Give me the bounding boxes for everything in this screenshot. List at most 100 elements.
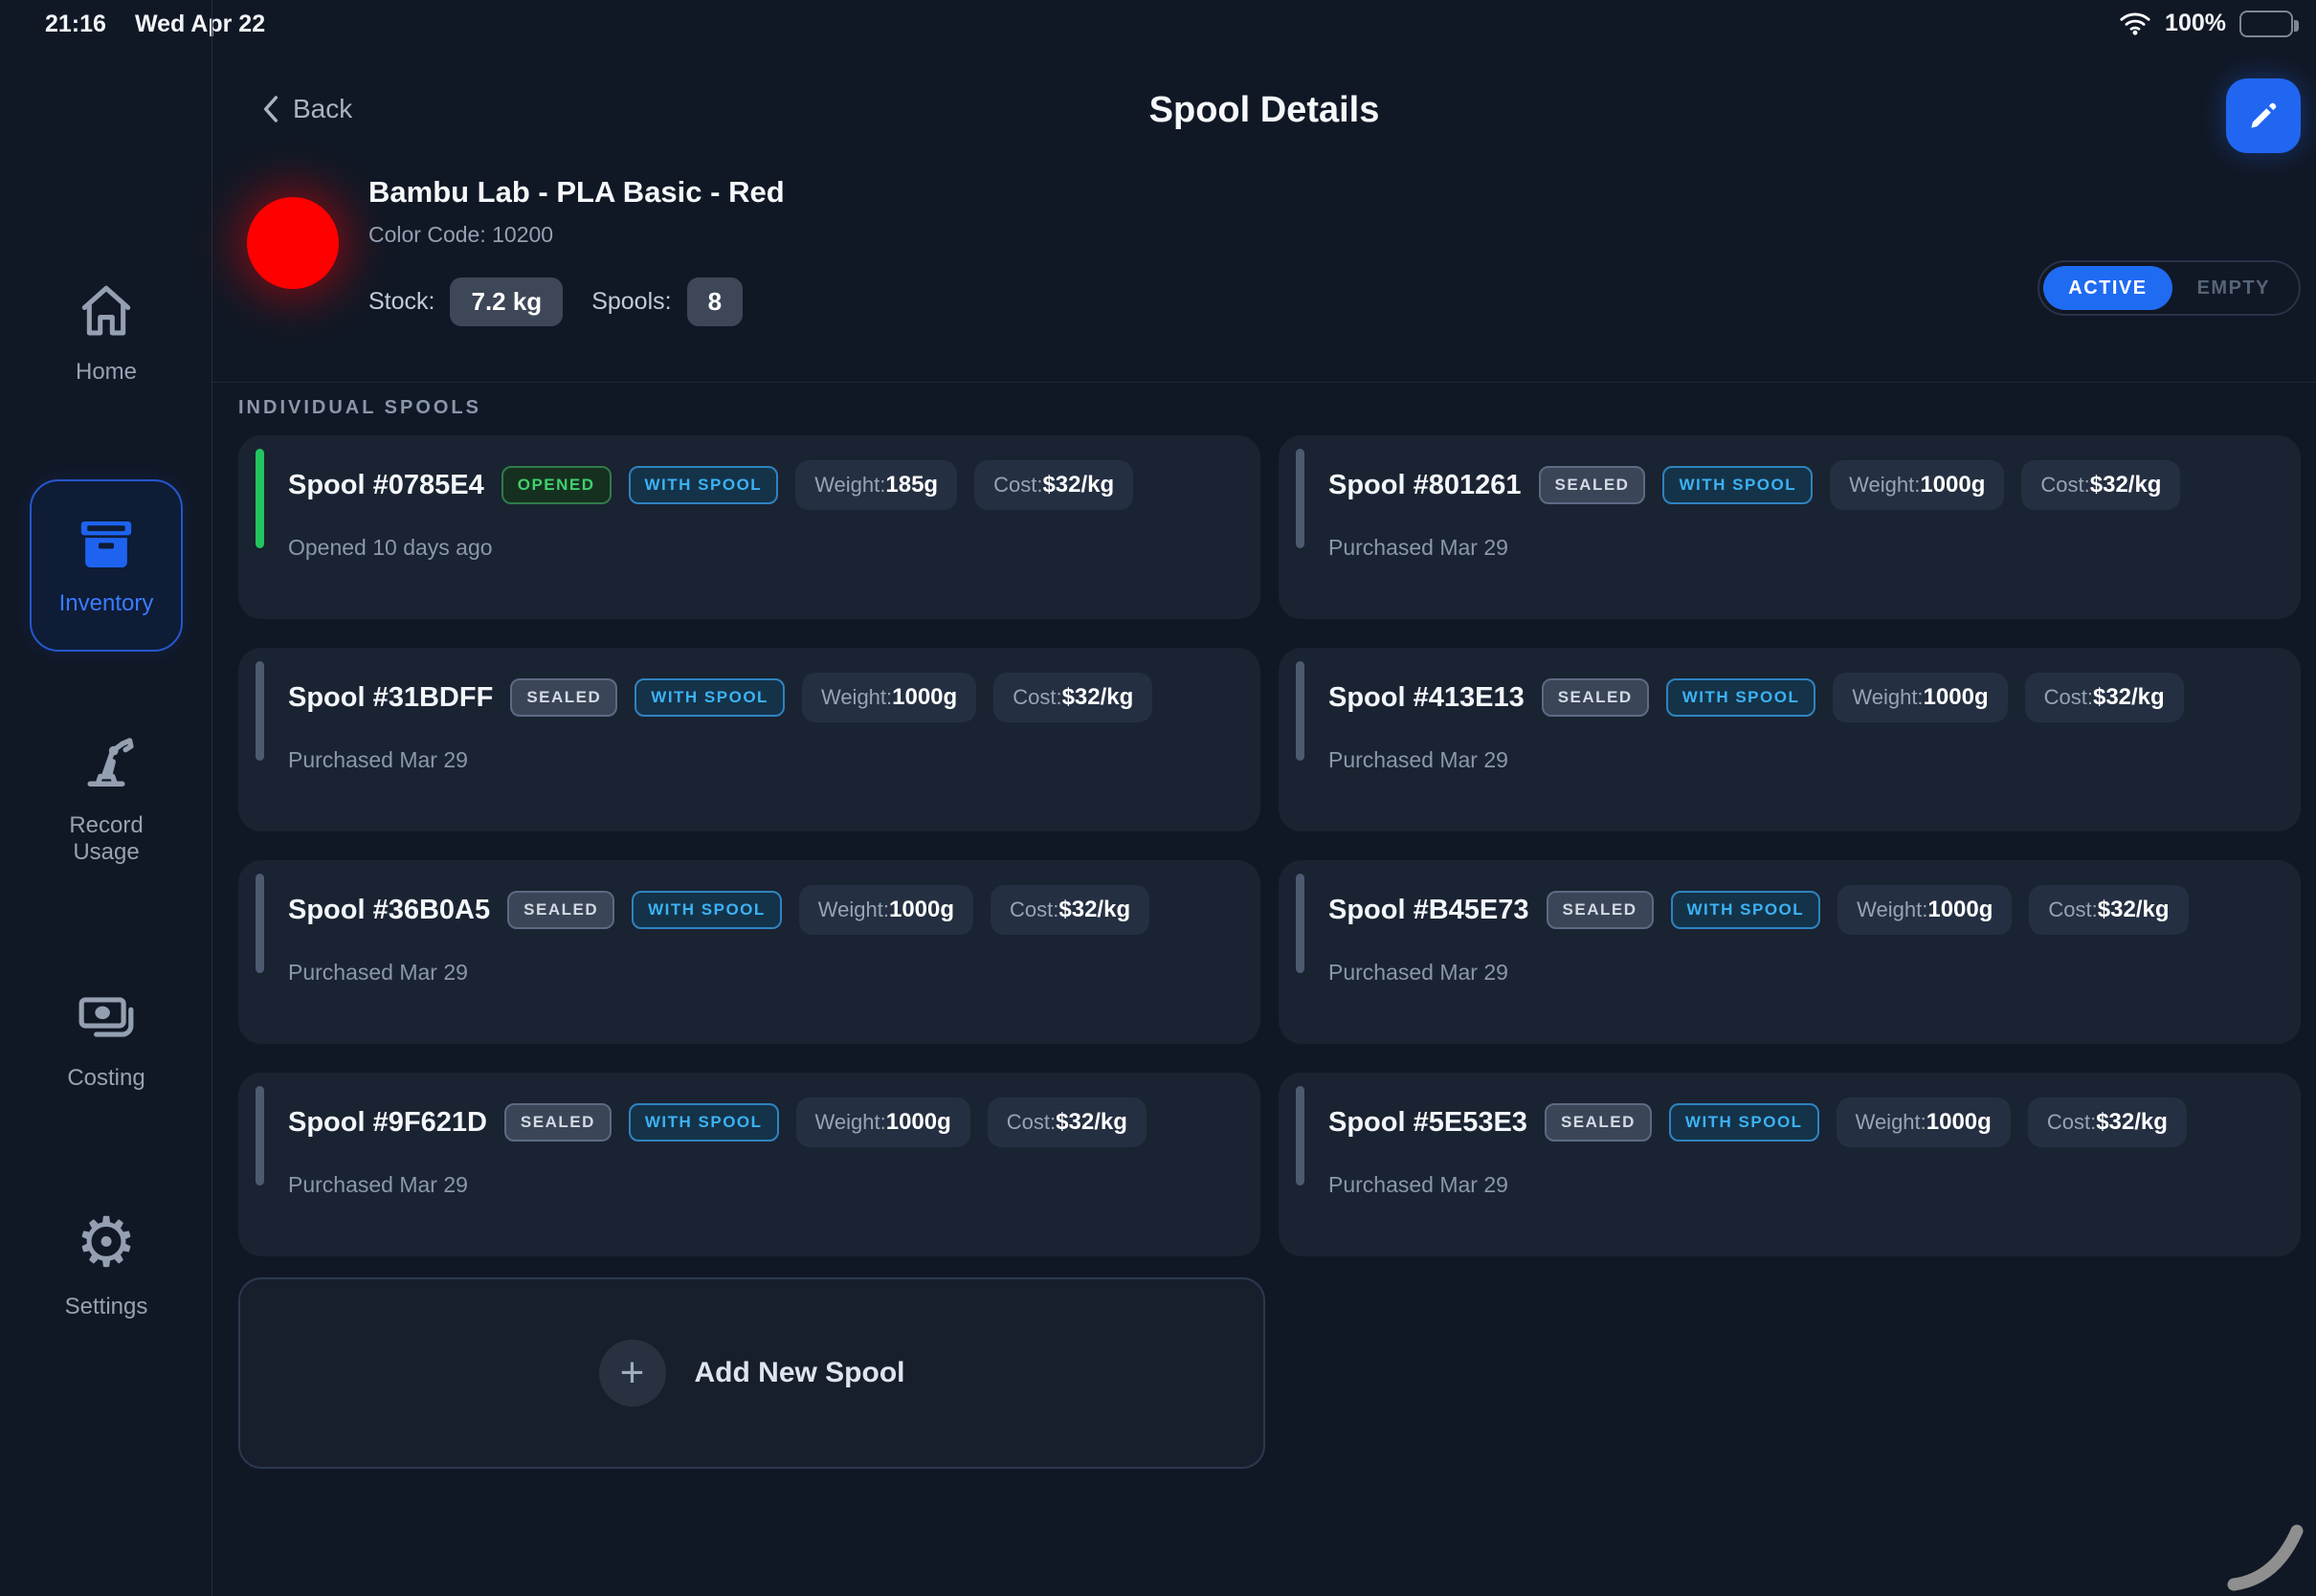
spool-card[interactable]: Spool #31BDFF SEALED WITH SPOOL Weight:1… [238,648,1260,831]
home-icon [77,282,136,338]
spool-card-header: Spool #B45E73 SEALED WITH SPOOL Weight:1… [1279,860,2301,935]
spool-note: Purchased Mar 29 [1279,510,2301,561]
battery-percent: 100% [2165,10,2226,37]
active-empty-toggle: ACTIVE EMPTY [2038,260,2301,316]
gear-icon: ⚙ [76,1211,138,1273]
spool-card[interactable]: Spool #36B0A5 SEALED WITH SPOOL Weight:1… [238,860,1260,1044]
spool-weight-chip: Weight:1000g [1837,1097,2011,1147]
banknote-icon [77,990,136,1044]
pencil-stroke-mark [2222,1516,2310,1594]
spool-id: Spool #9F621D [288,1107,487,1139]
spool-id: Spool #0785E4 [288,470,484,501]
status-bar: 21:16 Wed Apr 22 100% [0,0,2316,48]
spool-cost-chip: Cost:$32/kg [974,460,1133,510]
archive-box-icon [76,514,137,575]
spool-id: Spool #5E53E3 [1328,1107,1527,1139]
sidebar-label: Inventory [34,590,178,617]
color-swatch [247,197,339,289]
spool-note: Opened 10 days ago [238,510,1260,561]
robot-arm-icon [77,732,136,791]
spool-tag-badge: WITH SPOOL [1662,466,1813,504]
spool-card-header: Spool #413E13 SEALED WITH SPOOL Weight:1… [1279,648,2301,722]
spool-cost-chip: Cost:$32/kg [988,1097,1147,1147]
wifi-icon [2119,11,2151,36]
spool-id: Spool #801261 [1328,470,1522,501]
spool-status-accent-bar [1296,1086,1304,1186]
spool-status-badge: SEALED [1542,678,1649,717]
spool-weight-chip: Weight:1000g [1833,673,2007,722]
spool-tag-badge: WITH SPOOL [632,891,782,929]
sidebar-label: Costing [34,1065,178,1092]
spool-status-badge: SEALED [504,1103,612,1142]
spool-card-header: Spool #801261 SEALED WITH SPOOL Weight:1… [1279,435,2301,510]
spool-cost-chip: Cost:$32/kg [2029,885,2188,935]
spool-note: Purchased Mar 29 [238,1147,1260,1198]
spool-note: Purchased Mar 29 [238,722,1260,773]
spool-note: Purchased Mar 29 [1279,722,2301,773]
spool-note: Purchased Mar 29 [1279,1147,2301,1198]
spool-status-badge: OPENED [501,466,612,504]
spool-weight-chip: Weight:1000g [802,673,976,722]
spool-status-accent-bar [1296,449,1304,548]
sidebar-label: Settings [34,1294,178,1320]
spool-weight-chip: Weight:185g [795,460,957,510]
spool-card-header: Spool #31BDFF SEALED WITH SPOOL Weight:1… [238,648,1260,722]
spool-weight-chip: Weight:1000g [1830,460,2004,510]
spool-tag-badge: WITH SPOOL [1669,1103,1819,1142]
spool-note: Purchased Mar 29 [1279,935,2301,986]
spool-cost-chip: Cost:$32/kg [993,673,1152,722]
spool-status-badge: SEALED [1539,466,1646,504]
stock-value-badge: 7.2 kg [450,277,563,326]
spool-status-accent-bar [1296,661,1304,761]
page-title: Spool Details [212,90,2316,131]
product-name: Bambu Lab - PLA Basic - Red [368,175,785,210]
sidebar-item-record-usage[interactable]: Record Usage [0,732,212,865]
spool-card[interactable]: Spool #801261 SEALED WITH SPOOL Weight:1… [1279,435,2301,619]
spool-status-accent-bar [256,661,264,761]
spool-status-badge: SEALED [1545,1103,1652,1142]
sidebar-item-settings[interactable]: ⚙ Settings [0,1211,212,1320]
spool-note: Purchased Mar 29 [238,935,1260,986]
spool-id: Spool #413E13 [1328,682,1525,714]
spools-count-badge: 8 [687,277,743,326]
edit-button[interactable] [2226,78,2301,153]
sidebar: Home Inventory [0,0,212,1596]
spool-cost-chip: Cost:$32/kg [2021,460,2180,510]
spools-label: Spools: [591,288,671,316]
spool-weight-chip: Weight:1000g [796,1097,970,1147]
spool-card[interactable]: Spool #0785E4 OPENED WITH SPOOL Weight:1… [238,435,1260,619]
spool-tag-badge: WITH SPOOL [1671,891,1821,929]
spool-status-badge: SEALED [1547,891,1654,929]
spool-id: Spool #36B0A5 [288,895,490,926]
add-new-spool-button[interactable]: + Add New Spool [238,1277,1265,1469]
spool-card[interactable]: Spool #5E53E3 SEALED WITH SPOOL Weight:1… [1279,1073,2301,1256]
spool-card[interactable]: Spool #B45E73 SEALED WITH SPOOL Weight:1… [1279,860,2301,1044]
spool-weight-chip: Weight:1000g [799,885,973,935]
spool-id: Spool #31BDFF [288,682,493,714]
main-content: Back Spool Details Bambu Lab - PLA Basic… [212,48,2316,383]
product-summary: Bambu Lab - PLA Basic - Red Color Code: … [212,172,2316,383]
spool-status-badge: SEALED [507,891,614,929]
sidebar-item-inventory[interactable]: Inventory [30,479,183,652]
toggle-option-empty[interactable]: EMPTY [2172,266,2295,310]
sidebar-label: Record Usage [34,812,178,865]
spool-status-badge: SEALED [510,678,617,717]
page-header: Back Spool Details [212,48,2316,172]
stock-row: Stock: 7.2 kg Spools: 8 [368,277,743,326]
pencil-icon [2246,99,2281,133]
section-title: INDIVIDUAL SPOOLS [238,397,481,419]
spool-tag-badge: WITH SPOOL [629,1103,779,1142]
spool-status-accent-bar [256,449,264,548]
plus-icon: + [599,1340,666,1407]
spool-cost-chip: Cost:$32/kg [2025,673,2184,722]
spool-card-header: Spool #36B0A5 SEALED WITH SPOOL Weight:1… [238,860,1260,935]
spool-card[interactable]: Spool #9F621D SEALED WITH SPOOL Weight:1… [238,1073,1260,1256]
toggle-option-active[interactable]: ACTIVE [2043,266,2171,310]
spool-card-header: Spool #5E53E3 SEALED WITH SPOOL Weight:1… [1279,1073,2301,1147]
spool-card[interactable]: Spool #413E13 SEALED WITH SPOOL Weight:1… [1279,648,2301,831]
spool-details-screen: 21:16 Wed Apr 22 100% [0,0,2316,1596]
spool-grid: Spool #0785E4 OPENED WITH SPOOL Weight:1… [238,435,2301,1256]
sidebar-item-home[interactable]: Home [0,282,212,386]
spool-status-accent-bar [1296,874,1304,973]
sidebar-item-costing[interactable]: Costing [0,990,212,1092]
